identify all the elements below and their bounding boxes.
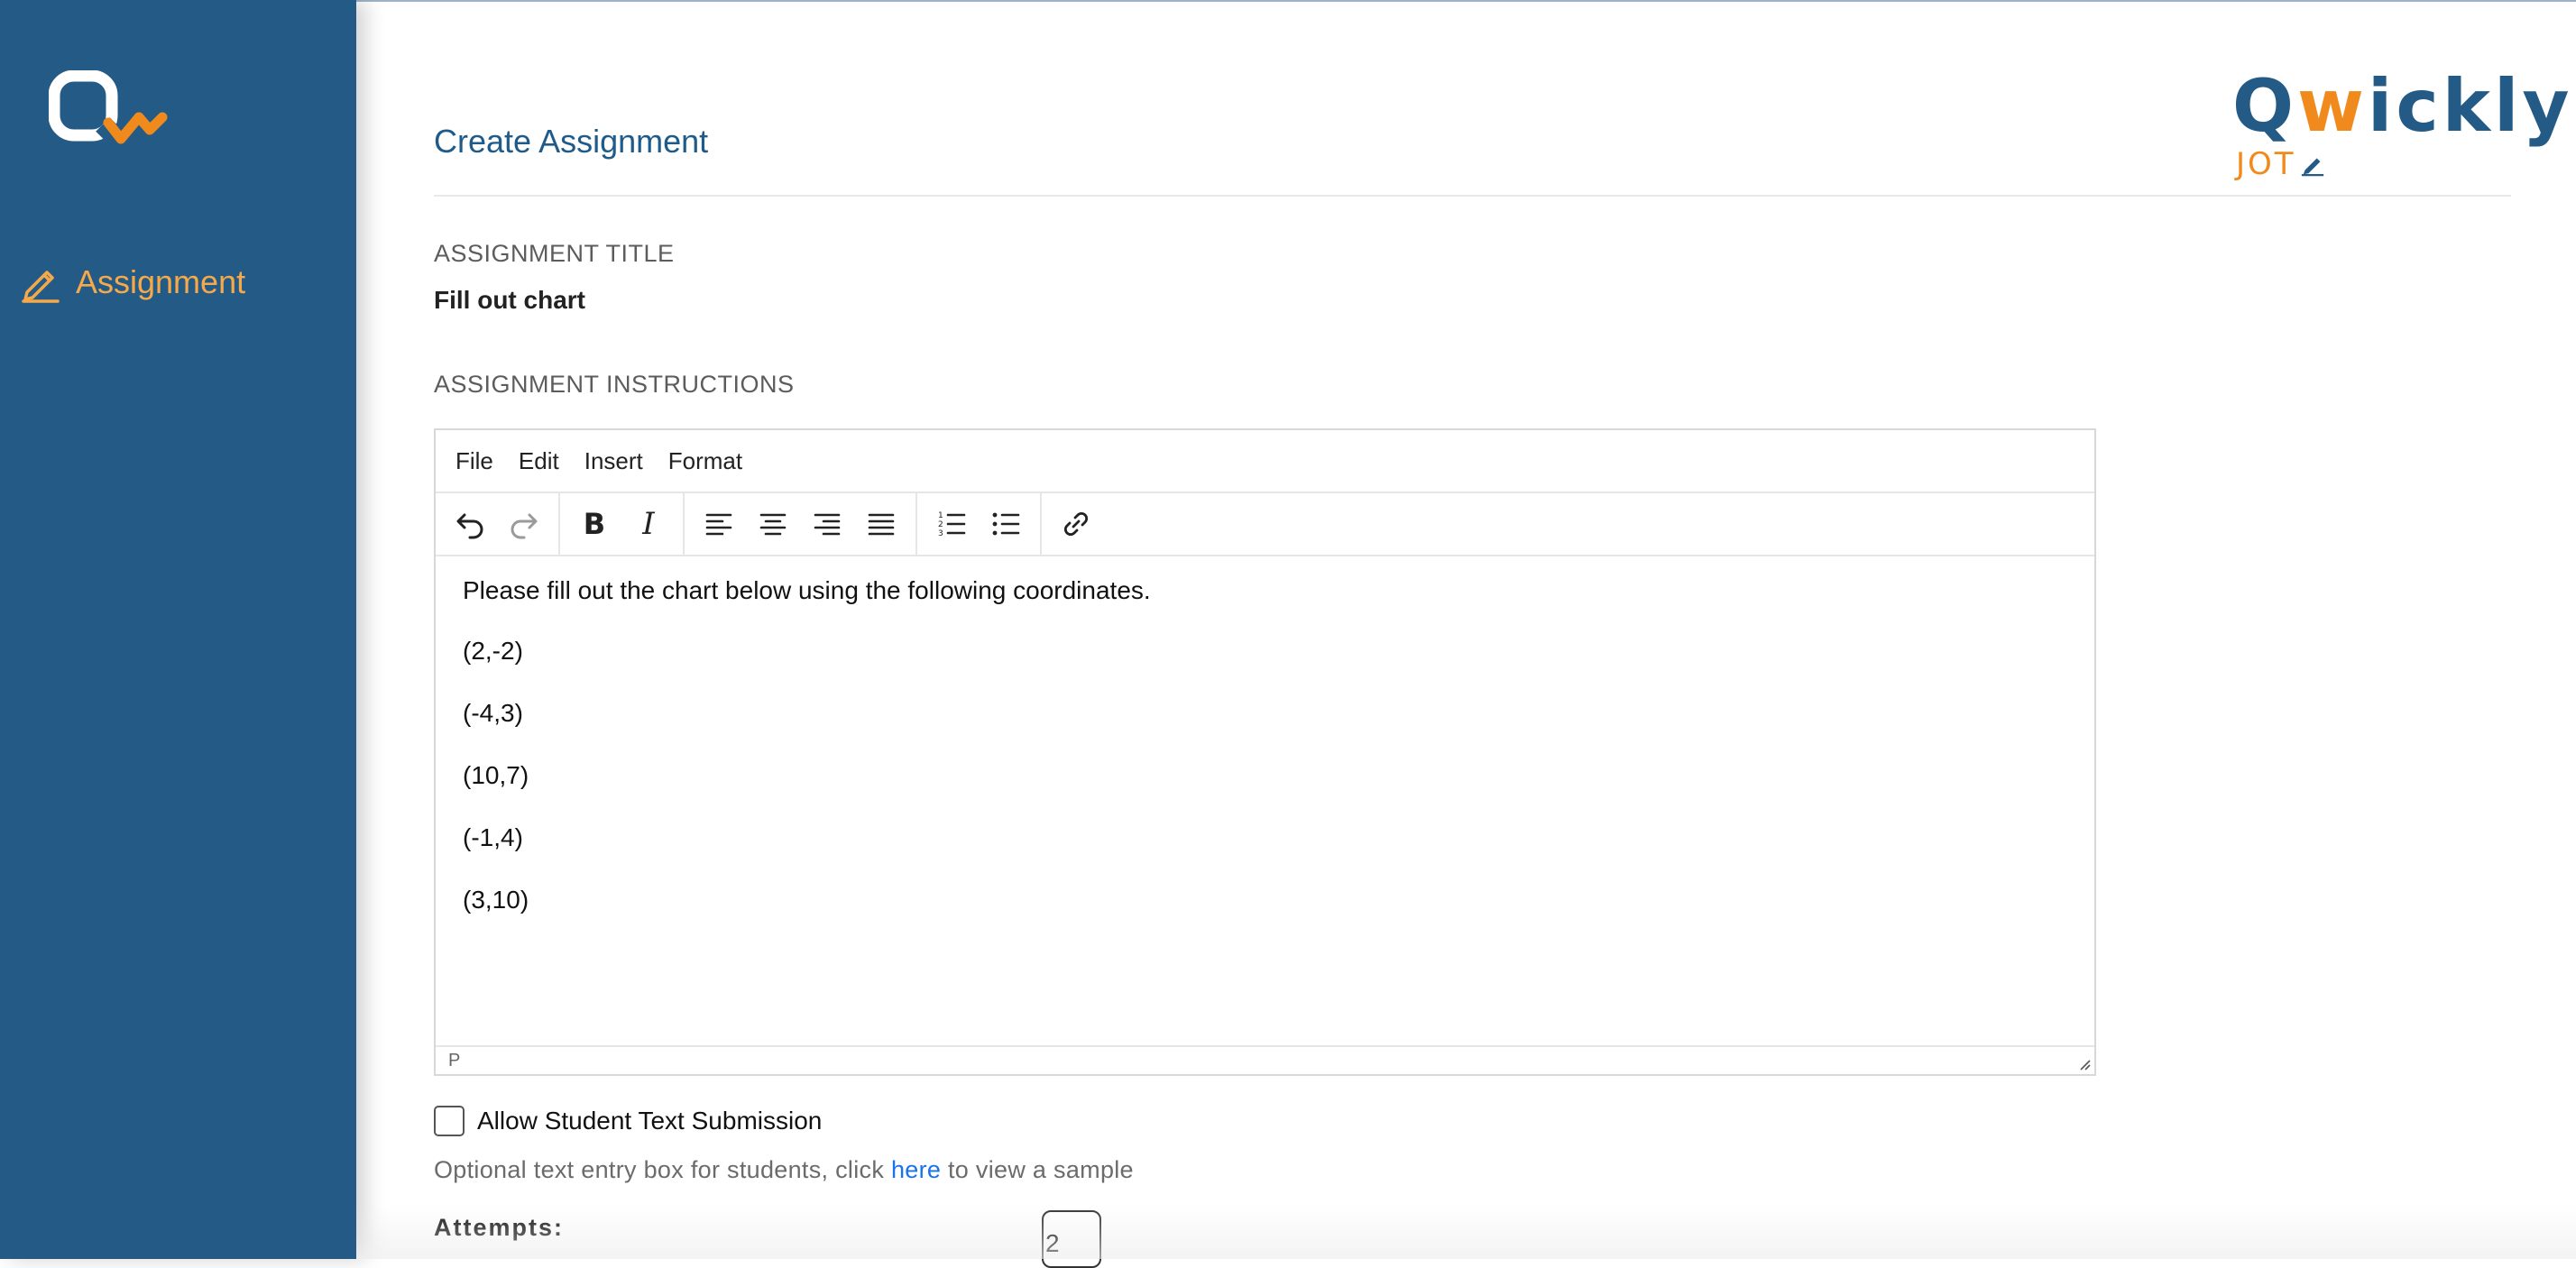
coordinate-line: (-4,3) bbox=[463, 699, 523, 727]
view-sample-link[interactable]: here bbox=[891, 1156, 941, 1183]
svg-text:2: 2 bbox=[938, 520, 943, 529]
editor-statusbar: P bbox=[436, 1045, 2094, 1074]
italic-button[interactable]: I bbox=[621, 499, 676, 549]
pencil-icon bbox=[22, 271, 60, 303]
italic-icon: I bbox=[642, 506, 655, 542]
numbered-list-icon: 123 bbox=[938, 511, 966, 538]
brand-subtitle: JOT bbox=[2236, 146, 2512, 182]
app-logo[interactable] bbox=[48, 69, 175, 152]
menu-file[interactable]: File bbox=[455, 447, 493, 475]
attempts-label: Attempts: bbox=[434, 1214, 564, 1241]
instruction-paragraph: Please fill out the chart below using th… bbox=[463, 576, 1151, 604]
align-justify-button[interactable] bbox=[854, 499, 908, 549]
hint-text-after: to view a sample bbox=[941, 1156, 1134, 1183]
sidebar: Assignment bbox=[0, 0, 356, 1259]
allow-text-submission-label[interactable]: Allow Student Text Submission bbox=[477, 1107, 822, 1135]
redo-icon bbox=[511, 513, 538, 539]
coordinate-line: (3,10) bbox=[463, 886, 529, 914]
sidebar-item-assignment[interactable]: Assignment bbox=[20, 262, 245, 303]
brand-sub-text: JOT bbox=[2236, 146, 2296, 182]
header-divider bbox=[434, 195, 2511, 197]
align-left-icon bbox=[705, 513, 732, 536]
page-title: Create Assignment bbox=[434, 123, 709, 160]
element-path[interactable]: P bbox=[448, 1051, 460, 1070]
assignment-instructions-label: ASSIGNMENT INSTRUCTIONS bbox=[434, 371, 795, 398]
rich-text-editor: File Edit Insert Format B I 1 2 3 Please… bbox=[434, 428, 2096, 1076]
coordinate-line: (2,-2) bbox=[463, 637, 523, 665]
bulleted-list-icon bbox=[992, 512, 1020, 536]
alignment-group bbox=[685, 493, 917, 555]
assignment-title-label: ASSIGNMENT TITLE bbox=[434, 240, 675, 267]
bulleted-list-button[interactable] bbox=[979, 499, 1033, 549]
allow-text-submission-checkbox[interactable] bbox=[434, 1106, 465, 1136]
qwickly-q-logo-icon bbox=[48, 69, 168, 148]
attempts-input[interactable] bbox=[1042, 1210, 1101, 1268]
menu-format[interactable]: Format bbox=[668, 447, 742, 475]
menu-edit[interactable]: Edit bbox=[519, 447, 559, 475]
text-style-group: B I bbox=[560, 493, 685, 555]
history-group bbox=[436, 493, 560, 555]
undo-button[interactable] bbox=[443, 499, 497, 549]
main-content: Create Assignment Qwickly JOT ASSIGNMENT… bbox=[356, 0, 2576, 1268]
coordinate-line: (-1,4) bbox=[463, 823, 523, 851]
brand-word-rest: ickly bbox=[2367, 64, 2573, 148]
text-submission-hint: Optional text entry box for students, cl… bbox=[434, 1156, 1134, 1184]
list-group: 123 bbox=[917, 493, 1042, 555]
svg-text:1: 1 bbox=[938, 511, 943, 520]
align-justify-icon bbox=[868, 513, 895, 536]
undo-icon bbox=[456, 513, 483, 539]
editor-toolbar: B I 123 bbox=[436, 493, 2094, 556]
coordinate-line: (10,7) bbox=[463, 761, 529, 789]
brand-letter-w: w bbox=[2297, 64, 2368, 148]
bold-icon: B bbox=[583, 507, 606, 541]
bold-button[interactable]: B bbox=[567, 499, 621, 549]
align-right-button[interactable] bbox=[800, 499, 854, 549]
editor-menubar: File Edit Insert Format bbox=[436, 430, 2094, 493]
link-icon bbox=[1063, 511, 1089, 537]
text-submission-option: Allow Student Text Submission bbox=[434, 1106, 822, 1136]
align-right-icon bbox=[814, 513, 841, 536]
align-center-button[interactable] bbox=[746, 499, 800, 549]
numbered-list-button[interactable]: 123 bbox=[925, 499, 979, 549]
editor-content-area[interactable]: Please fill out the chart below using th… bbox=[436, 555, 2094, 1024]
qwickly-jot-logo: Qwickly JOT bbox=[2232, 70, 2570, 183]
sidebar-item-label: Assignment bbox=[76, 263, 246, 300]
brand-wordmark: Qwickly bbox=[2232, 70, 2570, 142]
menu-insert[interactable]: Insert bbox=[584, 447, 643, 475]
brand-letter-q: Q bbox=[2232, 64, 2298, 148]
assignment-title-value: Fill out chart bbox=[434, 286, 585, 314]
link-group bbox=[1042, 493, 1110, 555]
align-left-button[interactable] bbox=[692, 499, 746, 549]
hint-text-before: Optional text entry box for students, cl… bbox=[434, 1156, 891, 1183]
redo-button[interactable] bbox=[497, 499, 551, 549]
svg-text:3: 3 bbox=[938, 529, 943, 538]
resize-handle-icon[interactable] bbox=[2076, 1056, 2091, 1070]
align-center-icon bbox=[759, 513, 787, 536]
pen-icon bbox=[2301, 158, 2323, 177]
insert-link-button[interactable] bbox=[1049, 499, 1103, 549]
